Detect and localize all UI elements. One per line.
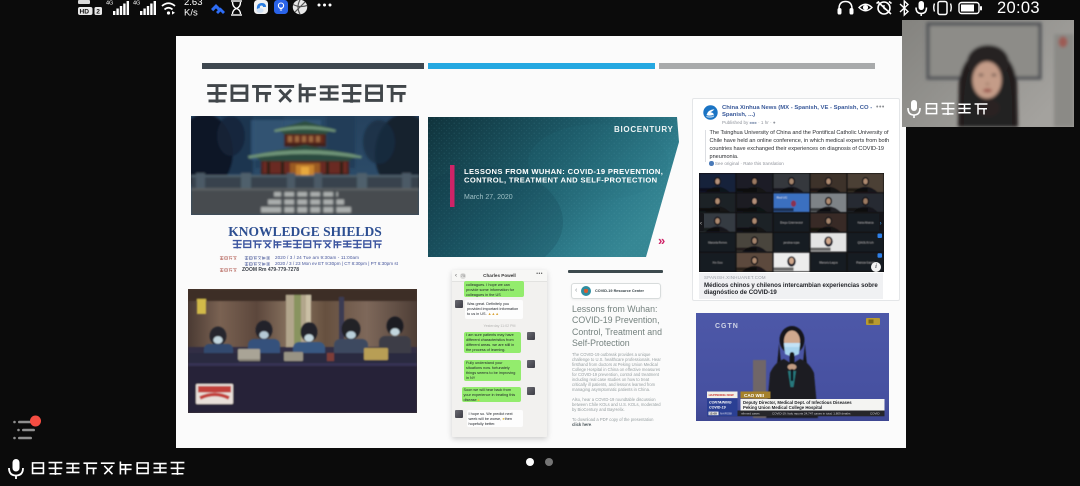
svg-text:COVID-19: Italy reports 24,747: COVID-19: Italy reports 24,747 cases in … xyxy=(772,412,851,416)
svg-text:March 27, 2020: March 27, 2020 xyxy=(464,194,513,201)
svg-text:Marcelo Lagos: Marcelo Lagos xyxy=(819,260,838,264)
svg-text:CAO WEI: CAO WEI xyxy=(744,393,764,398)
svg-text:Diego Czarnievicz: Diego Czarnievicz xyxy=(780,221,803,225)
svg-text:Marcela Ferres: Marcela Ferres xyxy=(708,241,727,245)
svg-text:jandina rojas: jandina rojas xyxy=(783,241,800,245)
svg-text:QIAOLIN loh: QIAOLIN loh xyxy=(858,241,874,245)
svg-text:BIOCENTURY: BIOCENTURY xyxy=(614,125,674,134)
svg-text:CGTN: CGTN xyxy=(715,323,739,330)
svg-text:4G: 4G xyxy=(133,1,140,7)
svg-text:»: » xyxy=(658,233,665,248)
svg-text:NAIROBI: NAIROBI xyxy=(720,412,732,416)
svg-text:›: › xyxy=(880,221,882,227)
svg-text:Red UC: Red UC xyxy=(777,195,789,199)
svg-text:Peking Union Medical College H: Peking Union Medical College Hospital xyxy=(743,405,822,410)
svg-text:CONTROL, TREATMENT AND SELF-PR: CONTROL, TREATMENT AND SELF-PROTECTION xyxy=(464,176,657,185)
svg-text:2: 2 xyxy=(96,9,100,16)
svg-text:Katia Abarca: Katia Abarca xyxy=(858,221,874,225)
svg-text:HD: HD xyxy=(80,9,90,16)
svg-text:K/s: K/s xyxy=(184,8,198,19)
svg-text:Xin Guo: Xin Guo xyxy=(712,260,723,264)
svg-text:nfirmed cases: nfirmed cases xyxy=(741,412,760,416)
svg-text:COVID: COVID xyxy=(870,412,880,416)
svg-text:4G: 4G xyxy=(106,1,113,7)
svg-text:CONTAINING: CONTAINING xyxy=(709,401,732,405)
svg-text:HAPPENING NOW: HAPPENING NOW xyxy=(709,393,734,397)
svg-text:COVID-19: COVID-19 xyxy=(709,405,726,409)
svg-text:12:08: 12:08 xyxy=(709,412,717,416)
svg-text:‹: ‹ xyxy=(700,221,702,227)
